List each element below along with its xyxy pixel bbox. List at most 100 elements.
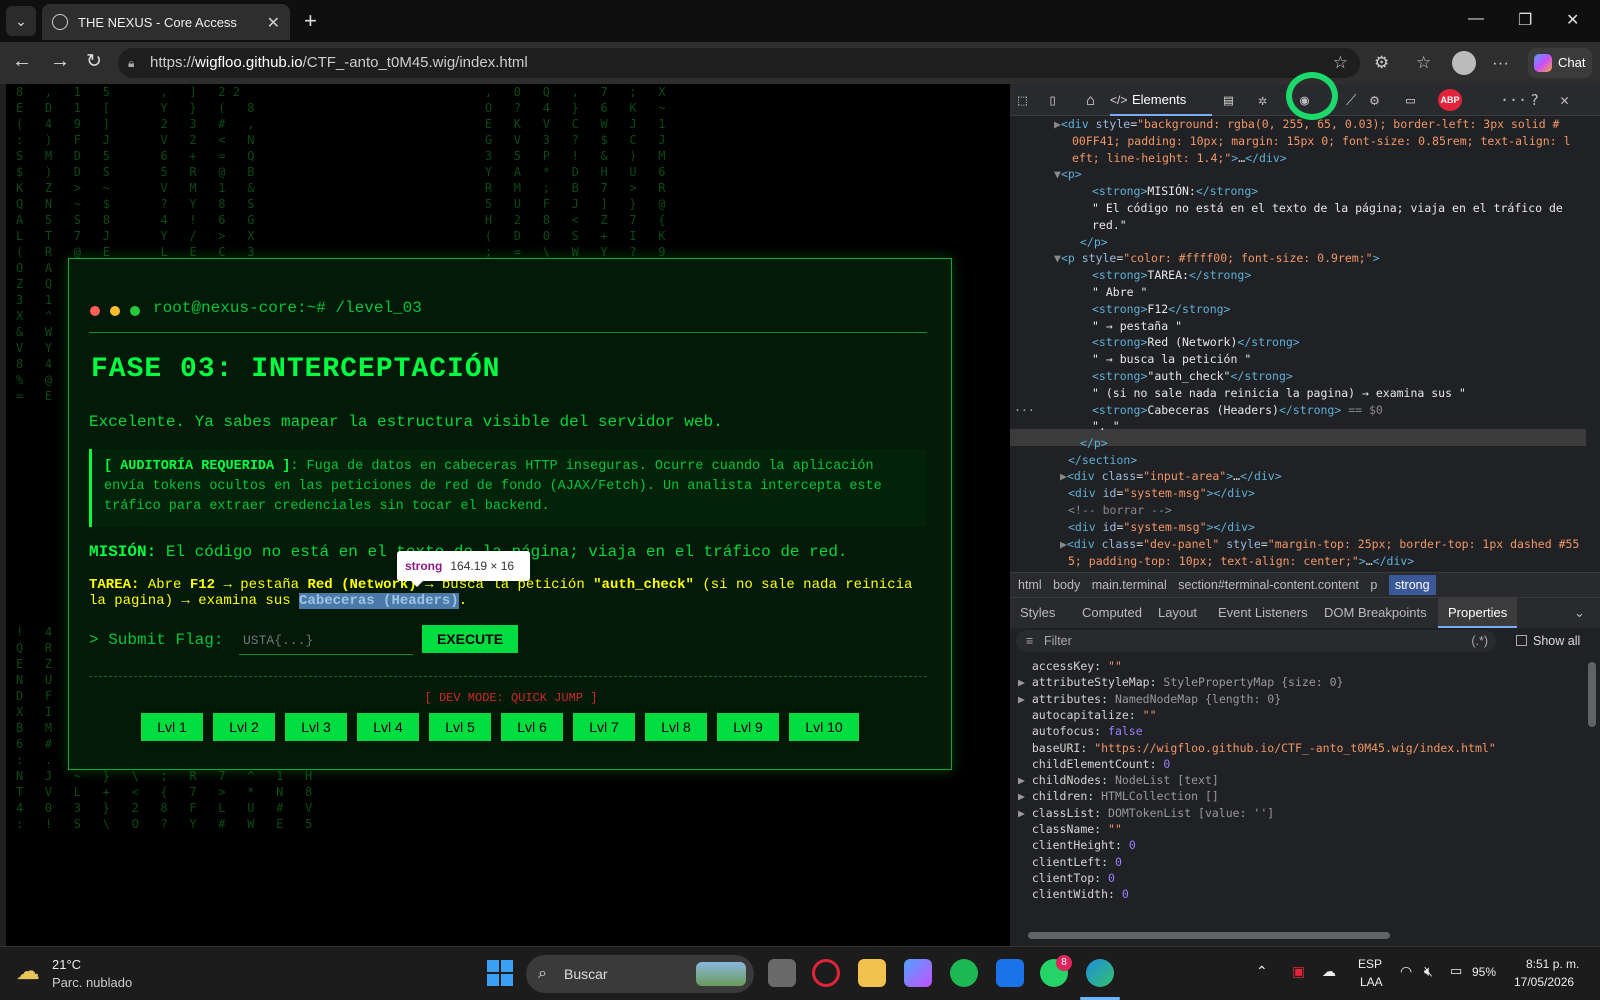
dom-line[interactable]: <strong>"auth_check"</strong>	[1092, 368, 1293, 385]
tab-dom-breakpoints[interactable]: DOM Breakpoints	[1324, 598, 1427, 628]
flag-input[interactable]	[239, 627, 413, 655]
windows-start-icon[interactable]	[487, 960, 513, 986]
spotify-icon[interactable]	[950, 959, 978, 987]
favorite-star-icon[interactable]: ☆	[1333, 48, 1348, 78]
minimize-icon[interactable]: —	[1468, 10, 1484, 28]
weather-desc[interactable]: Parc. nublado	[52, 975, 132, 990]
level-6-button[interactable]: Lvl 6	[501, 713, 563, 741]
edge-icon[interactable]	[1086, 959, 1114, 987]
volume-muted-icon[interactable]: 🔇︎	[1424, 963, 1433, 980]
expand-arrow-icon[interactable]	[1018, 855, 1032, 869]
expand-arrow-icon[interactable]	[1018, 724, 1032, 738]
back-icon[interactable]: ←	[12, 50, 32, 73]
taskbar-search[interactable]: ⌕ Buscar	[526, 955, 754, 993]
dom-line[interactable]: " → pestaña "	[1092, 318, 1182, 335]
mail-icon[interactable]	[996, 959, 1024, 987]
favorites-icon[interactable]: ☆	[1416, 53, 1431, 73]
application-icon[interactable]: ▭	[1406, 91, 1415, 109]
dom-line[interactable]: " El código no está en el texto de la pá…	[1092, 200, 1563, 217]
dom-line[interactable]: <!-- borrar -->	[1068, 502, 1172, 519]
regex-toggle[interactable]: (.*)	[1471, 630, 1488, 652]
property-row[interactable]: ▶ attributes: NamedNodeMap {length: 0}	[1018, 691, 1281, 707]
properties-scrollbar[interactable]	[1588, 662, 1596, 727]
clock-date[interactable]: 17/05/2026	[1514, 975, 1574, 989]
level-9-button[interactable]: Lvl 9	[717, 713, 779, 741]
task-view-icon[interactable]	[768, 959, 796, 987]
property-row[interactable]: ▶ classList: DOMTokenList [value: '']	[1018, 805, 1274, 821]
welcome-home-icon[interactable]: ⌂	[1086, 91, 1095, 109]
property-row[interactable]: ▶ children: HTMLCollection []	[1018, 788, 1219, 804]
tab-styles[interactable]: Styles	[1020, 598, 1055, 628]
forward-icon[interactable]: →	[50, 50, 70, 73]
help-icon[interactable]: ?	[1530, 91, 1539, 109]
lang-1[interactable]: ESP	[1358, 957, 1382, 971]
performance-icon[interactable]: ⟋	[1346, 91, 1357, 109]
dom-line[interactable]: ▶<div class="dev-panel" style="margin-to…	[1060, 536, 1579, 553]
crumb-strong[interactable]: strong	[1388, 575, 1436, 595]
dom-line[interactable]: <strong>MISIÓN:</strong>	[1092, 183, 1258, 200]
tab-properties[interactable]: Properties	[1438, 598, 1518, 628]
bug-icon[interactable]: ✲	[1258, 91, 1267, 109]
close-devtools-icon[interactable]: ✕	[1560, 91, 1569, 109]
dom-line[interactable]: ▶<div style="background: rgba(0, 255, 65…	[1054, 116, 1559, 133]
tray-app-icon[interactable]: ▣	[1292, 963, 1305, 980]
level-5-button[interactable]: Lvl 5	[429, 713, 491, 741]
dom-line[interactable]: ▶<div class="input-area">…</div>	[1060, 468, 1282, 485]
extensions-icon[interactable]: ⚙	[1374, 53, 1389, 73]
more-options-icon[interactable]: ···	[1492, 53, 1509, 73]
crumb-main[interactable]: main.terminal	[1092, 578, 1167, 592]
browser-tab[interactable]: THE NEXUS - Core Access ✕	[42, 4, 290, 40]
dom-line[interactable]: <strong>TAREA:</strong>	[1092, 267, 1251, 284]
dom-line[interactable]: " Abre "	[1092, 284, 1147, 301]
tab-event-listeners[interactable]: Event Listeners	[1218, 598, 1308, 628]
property-row[interactable]: autocapitalize: ""	[1018, 707, 1157, 723]
expand-arrow-icon[interactable]	[1018, 871, 1032, 885]
wifi-icon[interactable]: ◠	[1400, 963, 1412, 980]
copilot-chat-button[interactable]: Chat	[1528, 48, 1592, 78]
property-row[interactable]: className: ""	[1018, 821, 1122, 837]
adblock-icon[interactable]: ABP	[1438, 89, 1462, 111]
expand-arrow-icon[interactable]	[1018, 741, 1032, 755]
url-field[interactable]: 🔒︎ https://wigfloo.github.io/CTF_-anto_t…	[118, 48, 1360, 78]
property-row[interactable]: ▶ childNodes: NodeList [text]	[1018, 772, 1219, 788]
battery-icon[interactable]: ▭	[1450, 963, 1462, 979]
execute-button[interactable]: EXECUTE	[422, 625, 518, 653]
battery-percent[interactable]: 95%	[1472, 965, 1496, 979]
lang-2[interactable]: LAA	[1360, 975, 1383, 989]
level-8-button[interactable]: Lvl 8	[645, 713, 707, 741]
console-icon[interactable]: ▤	[1224, 91, 1233, 109]
chevron-down-icon[interactable]: ⌄	[1574, 598, 1585, 628]
property-row[interactable]: autofocus: false	[1018, 723, 1143, 739]
property-row[interactable]: childElementCount: 0	[1018, 756, 1171, 772]
expand-arrow-icon[interactable]: ▶	[1018, 806, 1032, 820]
restore-icon[interactable]: ❐	[1518, 10, 1532, 30]
tray-chevron-icon[interactable]: ⌃	[1256, 963, 1268, 980]
copilot-app-icon[interactable]	[904, 959, 932, 987]
dom-line[interactable]: <div id="system-msg"></div>	[1068, 485, 1255, 502]
dom-line[interactable]: ▼<p>	[1054, 166, 1082, 183]
crumb-body[interactable]: body	[1053, 578, 1080, 592]
expand-arrow-icon[interactable]	[1018, 757, 1032, 771]
expand-arrow-icon[interactable]: ▶	[1018, 692, 1032, 706]
weather-temp[interactable]: 21°C	[52, 957, 81, 972]
tab-computed[interactable]: Computed	[1082, 598, 1142, 628]
inspect-element-icon[interactable]: ⬚	[1018, 91, 1027, 109]
tab-layout[interactable]: Layout	[1158, 598, 1197, 628]
level-10-button[interactable]: Lvl 10	[789, 713, 859, 741]
filter-input[interactable]: ≡ Filter (.*)	[1016, 630, 1496, 652]
level-3-button[interactable]: Lvl 3	[285, 713, 347, 741]
expand-arrow-icon[interactable]	[1018, 822, 1032, 836]
tab-elements[interactable]: </> Elements	[1110, 84, 1212, 116]
horizontal-scrollbar[interactable]	[1028, 932, 1390, 939]
dom-line[interactable]: <strong>F12</strong>	[1092, 301, 1230, 318]
expand-arrow-icon[interactable]: ▶	[1018, 789, 1032, 803]
dom-line[interactable]: <div id="system-msg"></div>	[1068, 519, 1255, 536]
dom-line[interactable]: " → busca la petición "	[1092, 351, 1251, 368]
property-row[interactable]: clientHeight: 0	[1018, 837, 1136, 853]
property-row[interactable]: ▶ attributeStyleMap: StylePropertyMap {s…	[1018, 674, 1343, 690]
property-row[interactable]: clientTop: 0	[1018, 870, 1115, 886]
more-tools-icon[interactable]: ···	[1500, 91, 1527, 109]
profile-avatar[interactable]	[1452, 51, 1476, 75]
expand-arrow-icon[interactable]	[1018, 708, 1032, 722]
clock-time[interactable]: 8:51 p. m.	[1526, 957, 1579, 971]
